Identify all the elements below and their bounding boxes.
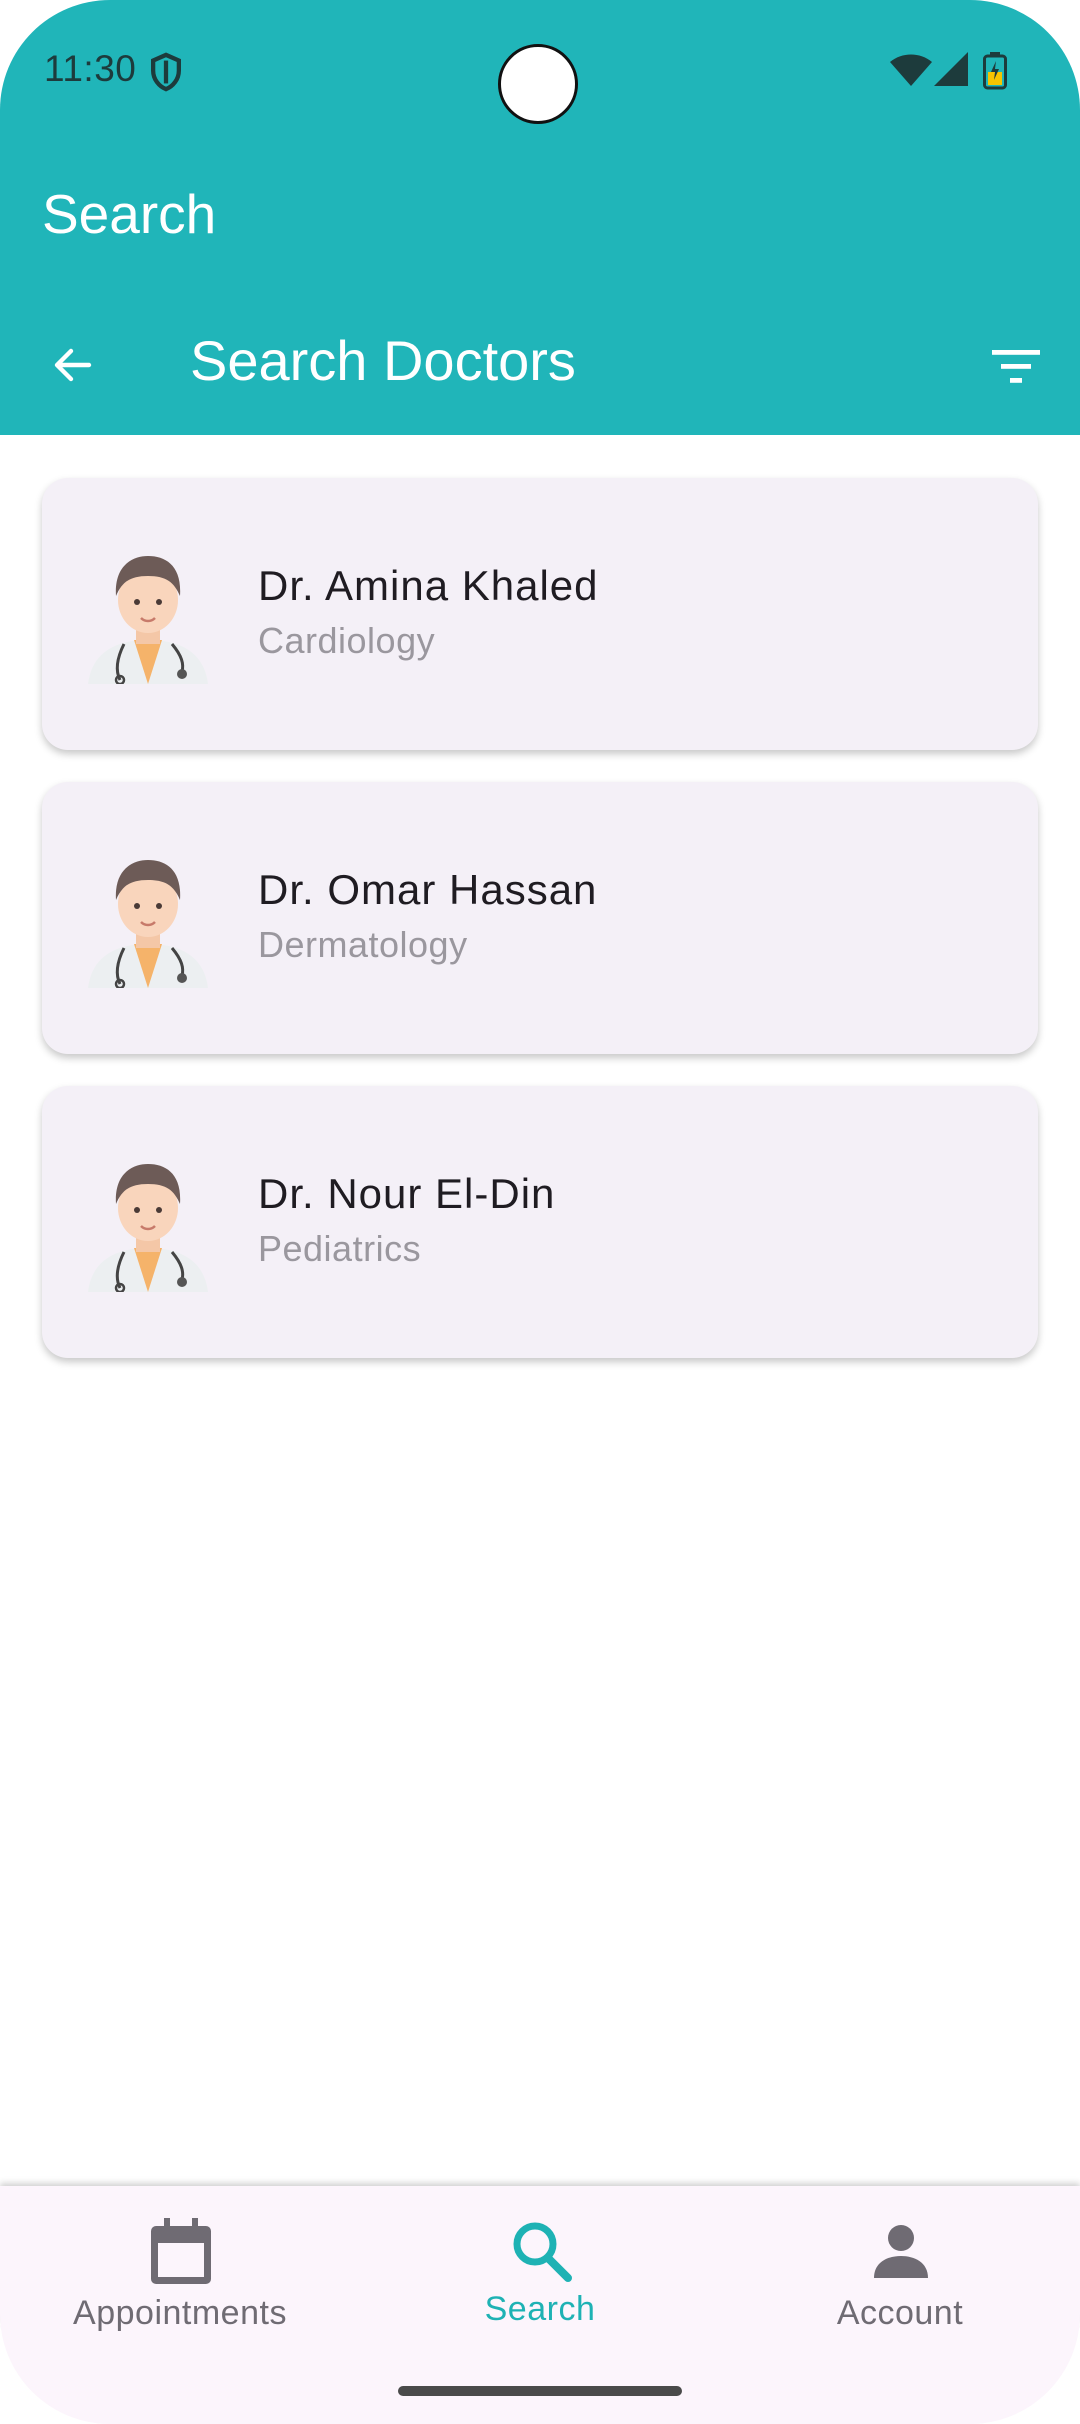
- shield-icon: [151, 52, 181, 92]
- doctor-avatar-icon: [88, 556, 208, 684]
- phone-screen: 11:30 Search Search Doctors Dr. Amina Kh…: [0, 0, 1080, 2424]
- doctor-list: Dr. Amina Khaled Cardiology Dr. Omar Has…: [42, 478, 1038, 1390]
- battery-charging-icon: [983, 52, 1007, 90]
- home-indicator[interactable]: [398, 2386, 682, 2396]
- back-button[interactable]: [40, 332, 106, 398]
- filter-button[interactable]: [980, 336, 1052, 396]
- cell-signal-icon: [934, 52, 968, 86]
- doctor-card[interactable]: Dr. Omar Hassan Dermatology: [42, 782, 1038, 1054]
- doctor-card[interactable]: Dr. Nour El-Din Pediatrics: [42, 1086, 1038, 1358]
- doctor-name: Dr. Omar Hassan: [258, 866, 598, 913]
- header: 11:30 Search Search Doctors: [0, 0, 1080, 435]
- nav-label: Appointments: [73, 2294, 287, 2332]
- search-icon: [513, 2222, 572, 2282]
- doctor-specialty: Cardiology: [258, 620, 436, 661]
- camera-cutout: [498, 44, 578, 124]
- nav-item-appointments[interactable]: Appointments: [0, 2186, 360, 2386]
- doctor-name: Dr. Nour El-Din: [258, 1170, 556, 1217]
- nav-item-account[interactable]: Account: [720, 2186, 1080, 2386]
- doctor-specialty: Pediatrics: [258, 1228, 422, 1269]
- doctor-card[interactable]: Dr. Amina Khaled Cardiology: [42, 478, 1038, 750]
- wifi-icon: [890, 54, 932, 86]
- doctor-specialty: Dermatology: [258, 924, 468, 965]
- page-title: Search Doctors: [190, 329, 576, 392]
- app-title: Search: [42, 183, 217, 245]
- doctor-name: Dr. Amina Khaled: [258, 562, 599, 609]
- person-icon: [874, 2225, 928, 2278]
- calendar-icon: [151, 2218, 211, 2284]
- doctor-avatar-icon: [88, 1164, 208, 1292]
- arrow-back-icon: [54, 348, 92, 382]
- doctor-avatar-icon: [88, 860, 208, 988]
- filter-icon: [992, 350, 1040, 383]
- nav-item-search[interactable]: Search: [360, 2186, 720, 2386]
- nav-label: Account: [836, 2294, 964, 2332]
- status-time: 11:30: [44, 48, 137, 89]
- nav-label: Search: [484, 2290, 596, 2328]
